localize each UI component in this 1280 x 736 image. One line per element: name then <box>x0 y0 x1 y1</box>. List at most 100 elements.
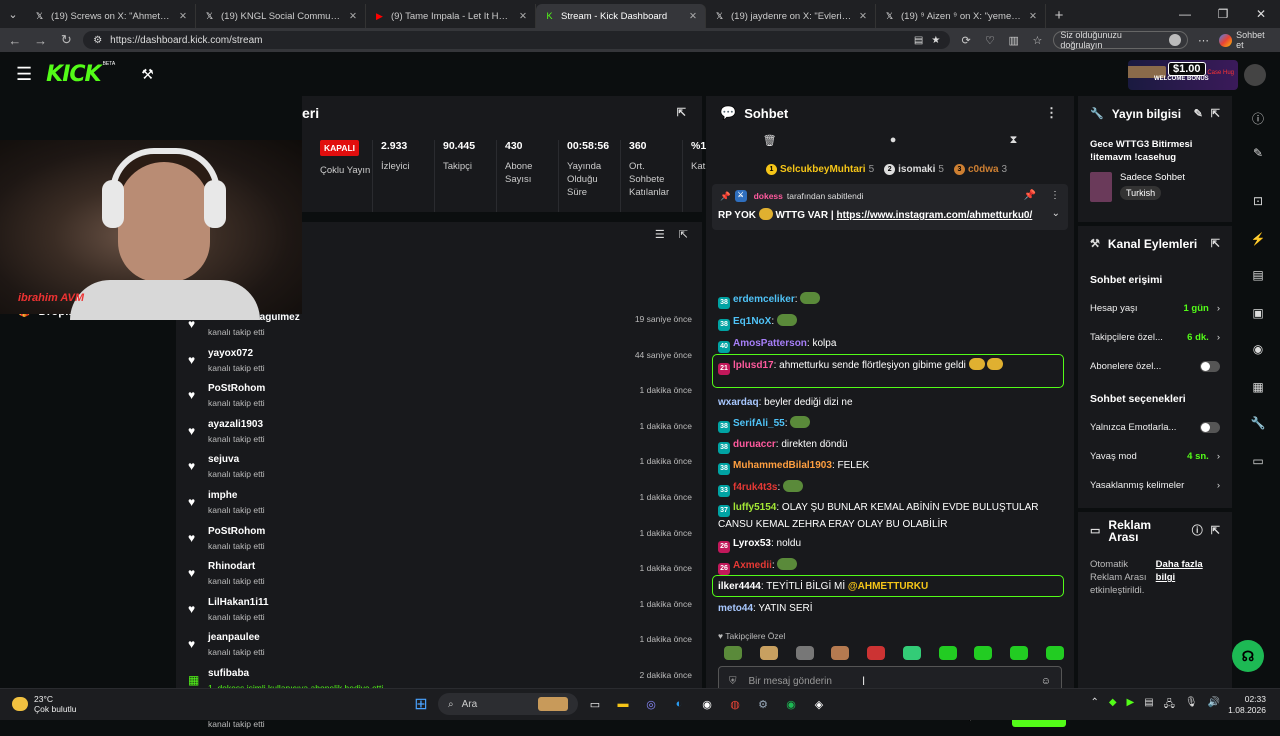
filter-icon[interactable]: ☰ <box>655 228 665 241</box>
chat-mention[interactable]: @AHMETTURKU <box>848 581 928 592</box>
support-chat-button[interactable]: ☊ <box>1232 640 1264 672</box>
browser-tab[interactable]: 𝕏 (19) Screws on X: "AhmetTurku Bü ✕ <box>26 4 196 28</box>
emote-button[interactable] <box>974 646 993 660</box>
slow-mode-setting[interactable]: Yavaş mod 4 sn. › <box>1078 442 1232 471</box>
performance-icon[interactable]: ♡ <box>982 34 998 47</box>
weather-widget[interactable]: 23°C Çok bulutlu <box>12 694 77 714</box>
minimize-button[interactable]: — <box>1166 0 1204 28</box>
close-tab-icon[interactable]: ✕ <box>349 11 357 22</box>
chat-username[interactable]: wxardaq <box>718 397 759 408</box>
leaderboard-entry[interactable]: 3 c0dwa 3 <box>953 164 1007 175</box>
chat-icon[interactable]: ▣ <box>1249 306 1267 320</box>
kick-logo[interactable]: KICK <box>46 62 101 87</box>
close-tab-icon[interactable]: ✕ <box>859 11 867 22</box>
close-tab-icon[interactable]: ✕ <box>689 11 697 22</box>
emote-button[interactable] <box>1045 646 1064 660</box>
subscribers-only-setting[interactable]: Abonelere özel... <box>1078 352 1232 381</box>
taskbar-search[interactable]: ⌕ Ara <box>438 693 578 715</box>
edge-icon[interactable]: ◐ <box>668 693 690 715</box>
follower-name[interactable]: imphe <box>208 490 237 501</box>
copilot-button[interactable]: Sohbet et <box>1219 30 1274 50</box>
forward-icon[interactable]: → <box>32 33 50 48</box>
browser-tab[interactable]: K Stream - Kick Dashboard ✕ <box>536 4 706 28</box>
chevron-down-icon[interactable]: ⌄ <box>1052 208 1060 219</box>
chat-username[interactable]: Axmedii <box>733 560 772 571</box>
bookmark-star-icon[interactable]: ★ <box>931 35 940 46</box>
leaderboard-entry[interactable]: 2 isomaki 5 <box>884 164 944 175</box>
url-field[interactable]: ⚙ https://dashboard.kick.com/stream ▤ ★ <box>83 31 951 49</box>
file-explorer-icon[interactable]: ▬ <box>612 693 634 715</box>
leaderboard-entry[interactable]: 1 SelcukbeyMuhtari 5 <box>766 164 874 175</box>
toggle-switch[interactable] <box>1200 422 1220 433</box>
menu-icon[interactable]: ☰ <box>16 64 32 85</box>
promo-banner[interactable]: $1.00 WELCOME BONUS Case Hug <box>1128 60 1238 90</box>
site-info-icon[interactable]: ⚙ <box>93 35 102 46</box>
emote-button[interactable] <box>759 646 778 660</box>
emote-button[interactable] <box>1010 646 1029 660</box>
chat-more-icon[interactable]: ⋮ <box>1045 105 1058 121</box>
reader-icon[interactable]: ▤ <box>914 35 923 46</box>
chat-mode-icon[interactable]: ● <box>890 134 897 158</box>
focus-icon[interactable]: ⊡ <box>1249 194 1267 208</box>
notes-icon[interactable]: ▤ <box>1249 268 1267 282</box>
browser-tab[interactable]: 𝕏 (19) KNGL Social Community / X ✕ <box>196 4 366 28</box>
app-icon[interactable]: ◈ <box>808 693 830 715</box>
layout-icon[interactable]: ▦ <box>1249 380 1267 394</box>
follower-name[interactable]: Rhinodart <box>208 561 255 572</box>
tray-gpu-icon[interactable]: ▤ <box>1144 697 1153 714</box>
banned-words-setting[interactable]: Yasaklanmış kelimeler › <box>1078 471 1232 500</box>
followers-only-setting[interactable]: Takipçilere özel... 6 dk. › <box>1078 323 1232 352</box>
follower-name[interactable]: sufibaba <box>208 668 249 679</box>
tray-app-icon[interactable]: ◆ <box>1109 697 1117 714</box>
lightning-icon[interactable]: ⚡ <box>1249 232 1267 246</box>
maximize-button[interactable]: ❐ <box>1204 0 1242 28</box>
follower-name[interactable]: sejuva <box>208 454 239 465</box>
emoji-icon[interactable]: ☺ <box>1041 676 1051 687</box>
toggle-switch[interactable] <box>1200 361 1220 372</box>
window-icon[interactable]: ▭ <box>1249 454 1267 468</box>
chat-username[interactable]: f4ruk4t3s <box>733 482 777 493</box>
follower-name[interactable]: LilHakan1i11 <box>208 597 269 608</box>
emote-button[interactable] <box>795 646 814 660</box>
follower-name[interactable]: yayox072 <box>208 348 253 359</box>
tab-search-button[interactable]: ⌄ <box>0 0 26 28</box>
chat-username[interactable]: duruaccr <box>733 439 776 450</box>
pinned-user[interactable]: dokess <box>754 191 783 201</box>
category-thumbnail[interactable] <box>1090 172 1112 202</box>
chat-username[interactable]: luffy5154 <box>733 502 776 513</box>
emote-button[interactable] <box>938 646 957 660</box>
chat-username[interactable]: ilker4444 <box>718 581 761 592</box>
emotes-only-setting[interactable]: Yalnızca Emotlarla... <box>1078 413 1232 442</box>
close-window-button[interactable]: ✕ <box>1242 0 1280 28</box>
split-icon[interactable]: ▥ <box>1006 34 1022 47</box>
follower-name[interactable]: jeanpaulee <box>208 632 260 643</box>
info-icon[interactable]: ⓘ <box>1192 525 1203 537</box>
account-age-setting[interactable]: Hesap yaşı 1 gün › <box>1078 294 1232 323</box>
tray-chevron-icon[interactable]: ⌃ <box>1090 697 1098 714</box>
emote-button[interactable] <box>902 646 921 660</box>
popout-icon[interactable]: ⇱ <box>1211 238 1220 250</box>
windows-start-icon[interactable]: ⊞ <box>410 693 432 715</box>
browser-tab[interactable]: ▶ (9) Tame Impala - Let It Happen (O ✕ <box>366 4 536 28</box>
edit-icon[interactable]: ✎ <box>1249 146 1267 160</box>
more-menu-icon[interactable]: ⋯ <box>1196 34 1212 47</box>
tray-volume-icon[interactable]: 🔊 <box>1208 697 1220 714</box>
favorites-icon[interactable]: ☆ <box>1030 34 1046 47</box>
clock[interactable]: 02:33 1.08.2026 <box>1228 694 1266 716</box>
close-tab-icon[interactable]: ✕ <box>179 11 187 22</box>
follower-name[interactable]: PoStRohom <box>208 383 265 394</box>
learn-more-link[interactable]: Daha fazla bilgi <box>1156 558 1220 597</box>
obs-icon[interactable]: ◉ <box>696 693 718 715</box>
follower-name[interactable]: PoStRohom <box>208 526 265 537</box>
chat-username[interactable]: MuhammedBilal1903 <box>733 460 832 471</box>
chat-username[interactable]: Eq1NoX <box>733 316 771 327</box>
close-tab-icon[interactable]: ✕ <box>1029 11 1037 22</box>
discord-icon[interactable]: ◎ <box>640 693 662 715</box>
follower-name[interactable]: ayazali1903 <box>208 419 263 430</box>
user-avatar[interactable] <box>1244 64 1266 86</box>
popout-icon[interactable]: ⇱ <box>1211 525 1220 537</box>
chat-username[interactable]: meto44 <box>718 603 753 614</box>
tools-icon[interactable]: 🔧 <box>1249 416 1267 430</box>
chat-username[interactable]: AmosPatterson <box>733 338 807 349</box>
reload-icon[interactable]: ↻ <box>57 32 75 48</box>
